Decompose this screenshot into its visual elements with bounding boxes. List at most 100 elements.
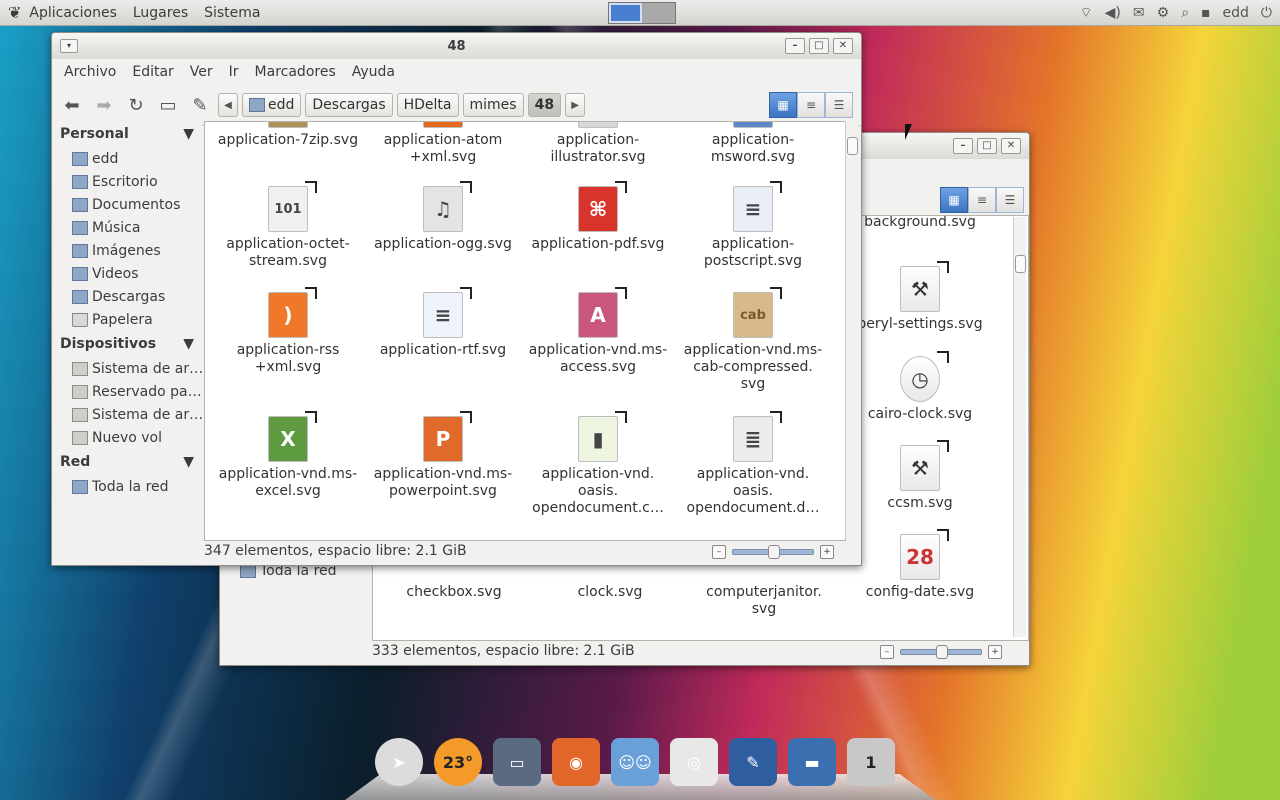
file-item[interactable]: background.svg	[845, 216, 995, 231]
user-name[interactable]: edd	[1223, 5, 1249, 21]
compass-icon[interactable]: ➤	[375, 738, 423, 786]
reload-icon[interactable]: ↻	[122, 91, 150, 119]
compact-view-button[interactable]: ☰	[825, 92, 853, 118]
file-item[interactable]: application-7zip.svg	[213, 122, 363, 149]
file-item[interactable]: Xapplication-vnd.ms- excel.svg	[213, 416, 363, 500]
vertical-scrollbar[interactable]	[845, 121, 858, 539]
writer-icon[interactable]: ✎	[729, 738, 777, 786]
monitor-icon[interactable]: ▭	[493, 738, 541, 786]
volume-icon[interactable]: ◀)	[1105, 5, 1121, 21]
sidebar-item-papelera[interactable]: Papelera	[52, 308, 202, 331]
search-icon[interactable]: ⌕	[1181, 5, 1189, 21]
file-item[interactable]: checkbox.svg	[379, 584, 529, 601]
power-icon[interactable]: ⏻	[1261, 5, 1272, 21]
file-item[interactable]: Papplication-vnd.ms- powerpoint.svg	[368, 416, 518, 500]
computer-icon[interactable]: ▭	[154, 91, 182, 119]
sidebar-item-device[interactable]: Sistema de ar…	[52, 357, 202, 380]
menu-ayuda[interactable]: Ayuda	[344, 64, 403, 80]
menu-lugares[interactable]: Lugares	[125, 5, 196, 21]
menu-ver[interactable]: Ver	[182, 64, 221, 80]
file-item[interactable]: application-atom +xml.svg	[368, 122, 518, 166]
file-item[interactable]: ⚒ ccsm.svg	[845, 445, 995, 512]
file-item[interactable]: ♫ application-ogg.svg	[368, 186, 518, 253]
minimize-button[interactable]: –	[953, 138, 973, 154]
compact-view-button[interactable]: ☰	[996, 187, 1024, 213]
maximize-button[interactable]: □	[977, 138, 997, 154]
zoom-slider-knob[interactable]	[936, 645, 948, 659]
sidebar-item-edd[interactable]: edd	[52, 147, 202, 170]
file-item[interactable]: application- illustrator.svg	[523, 122, 673, 166]
forward-arrow-icon[interactable]: ➡	[90, 91, 118, 119]
file-item[interactable]: ) application-rss +xml.svg	[213, 292, 363, 376]
file-item[interactable]: 101 application-octet- stream.svg	[213, 186, 363, 270]
sidebar-item-descargas[interactable]: Descargas	[52, 285, 202, 308]
scrollbar-thumb[interactable]	[1015, 255, 1026, 273]
front-file-window[interactable]: ▾ 48 – □ ✕ Archivo Editar Ver Ir Marcado…	[51, 32, 862, 566]
file-item[interactable]: Aapplication-vnd.ms- access.svg	[523, 292, 673, 376]
file-item[interactable]: application- msword.svg	[678, 122, 828, 166]
icon-view-button[interactable]: ▦	[940, 187, 968, 213]
sidebar-item-device[interactable]: Nuevo vol	[52, 426, 202, 449]
file-item[interactable]: ≡ application-rtf.svg	[368, 292, 518, 359]
minimize-button[interactable]: –	[785, 38, 805, 54]
file-item[interactable]: ⚒ beryl-settings.svg	[845, 266, 995, 333]
menu-marcadores[interactable]: Marcadores	[247, 64, 344, 80]
sidebar-item-device[interactable]: Sistema de ar…	[52, 403, 202, 426]
breadcrumb-home[interactable]: edd	[242, 93, 302, 117]
menu-ir[interactable]: Ir	[221, 64, 247, 80]
weather-icon[interactable]: 23°	[434, 738, 482, 786]
sidebar-item-escritorio[interactable]: Escritorio	[52, 170, 202, 193]
back-arrow-icon[interactable]: ⬅	[58, 91, 86, 119]
gnome-foot-icon[interactable]: ❦	[0, 3, 21, 22]
sidebar-item-videos[interactable]: Videos	[52, 262, 202, 285]
file-item[interactable]: ◷ cairo-clock.svg	[845, 356, 995, 423]
sidebar-item-musica[interactable]: Música	[52, 216, 202, 239]
sidebar-item-toda-la-red[interactable]: Toda la red	[52, 475, 202, 498]
sidebar-item-device[interactable]: Reservado pa…	[52, 380, 202, 403]
zoom-slider-knob[interactable]	[768, 545, 780, 559]
mail-icon[interactable]: ✉	[1133, 5, 1145, 21]
collapse-icon[interactable]: ▼	[183, 454, 194, 470]
menu-aplicaciones[interactable]: Aplicaciones	[21, 5, 124, 21]
file-item[interactable]: clock.svg	[535, 584, 685, 601]
breadcrumb-descargas[interactable]: Descargas	[305, 93, 393, 117]
collapse-icon[interactable]: ▼	[183, 126, 194, 142]
list-view-button[interactable]: ≡	[968, 187, 996, 213]
file-item[interactable]: 28 config-date.svg	[845, 534, 995, 601]
file-item[interactable]: cab application-vnd.ms- cab-compressed. s…	[678, 292, 828, 393]
zoom-in-button[interactable]: +	[988, 645, 1002, 659]
breadcrumb-mimes[interactable]: mimes	[462, 93, 524, 117]
sidebar-item-documentos[interactable]: Documentos	[52, 193, 202, 216]
close-button[interactable]: ✕	[833, 38, 853, 54]
collapse-icon[interactable]: ▼	[183, 336, 194, 352]
breadcrumb-hdelta[interactable]: HDelta	[396, 93, 459, 117]
vertical-scrollbar[interactable]	[1013, 217, 1026, 637]
breadcrumb-right-button[interactable]: ▶	[565, 93, 586, 117]
window-menu-button[interactable]: ▾	[60, 39, 78, 53]
icon-view-button[interactable]: ▦	[769, 92, 797, 118]
breadcrumb-current[interactable]: 48	[527, 93, 562, 117]
maximize-button[interactable]: □	[809, 38, 829, 54]
zoom-in-button[interactable]: +	[820, 545, 834, 559]
workspace-1[interactable]	[609, 3, 642, 23]
workspace-switcher[interactable]	[608, 2, 676, 24]
edit-location-icon[interactable]: ✎	[186, 91, 214, 119]
file-item[interactable]: ▮ application-vnd. oasis. opendocument.c…	[523, 416, 673, 517]
speaker-icon[interactable]: ◎	[670, 738, 718, 786]
screen-icon[interactable]: ▬	[788, 738, 836, 786]
menu-archivo[interactable]: Archivo	[56, 64, 124, 80]
close-button[interactable]: ✕	[1001, 138, 1021, 154]
file-item[interactable]: ≡ application- postscript.svg	[678, 186, 828, 270]
firefox-icon[interactable]: ◉	[552, 738, 600, 786]
file-item[interactable]: ≣ application-vnd. oasis. opendocument.d…	[678, 416, 828, 517]
zoom-out-button[interactable]: –	[712, 545, 726, 559]
list-view-button[interactable]: ≡	[797, 92, 825, 118]
sidebar-header-red[interactable]: Red ▼	[52, 449, 202, 475]
scrollbar-thumb[interactable]	[847, 137, 858, 155]
file-area[interactable]: application-7zip.svg application-atom +xm…	[204, 121, 846, 541]
sidebar-header-personal[interactable]: Personal ▼	[52, 121, 202, 147]
zoom-out-button[interactable]: –	[880, 645, 894, 659]
wifi-icon[interactable]: ⌔	[1079, 4, 1092, 22]
menu-editar[interactable]: Editar	[124, 64, 181, 80]
menu-sistema[interactable]: Sistema	[196, 5, 268, 21]
